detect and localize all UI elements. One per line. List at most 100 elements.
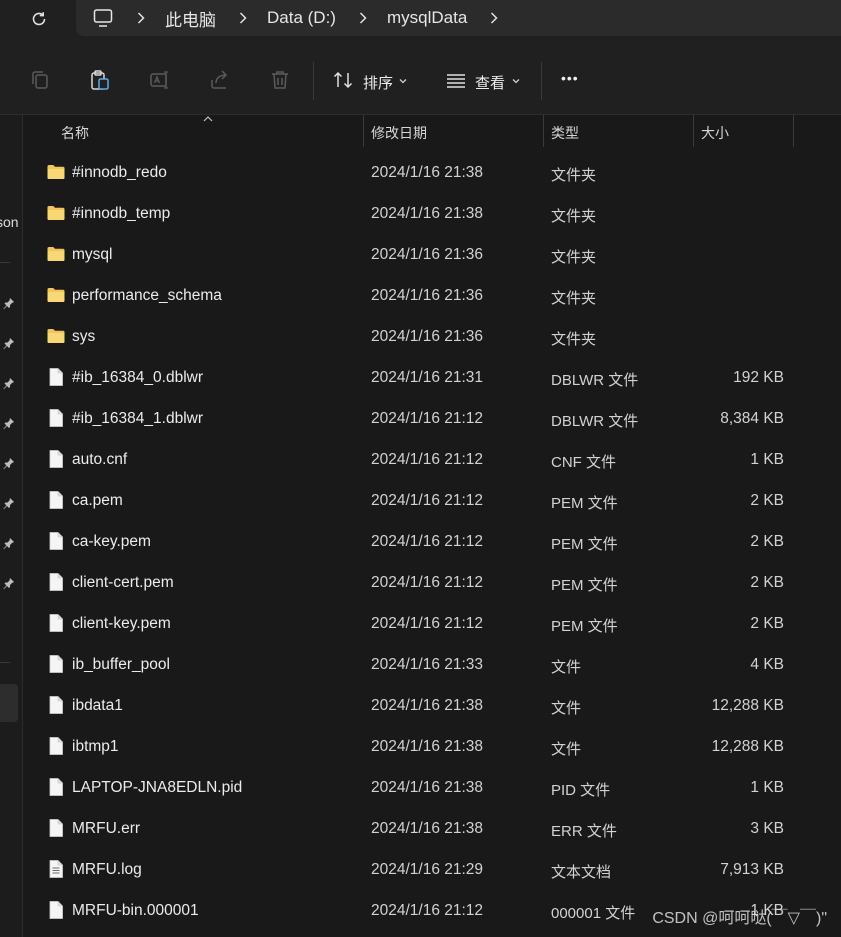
column-divider[interactable] (793, 115, 794, 147)
file-type: 文件夹 (551, 249, 597, 266)
chevron-down-icon[interactable] (398, 76, 408, 86)
file-type: PEM 文件 (551, 536, 618, 553)
file-type: 文本文档 (551, 864, 612, 881)
column-date-modified[interactable]: 修改日期 (371, 123, 427, 143)
pin-icon (3, 578, 14, 589)
file-name: ib_buffer_pool (72, 656, 170, 673)
pin-icon (3, 458, 14, 469)
file-size: 2 KB (750, 574, 784, 591)
file-row[interactable]: #innodb_temp 2024/1/16 21:38 文件夹 (23, 193, 841, 234)
file-type: 文件夹 (551, 331, 597, 348)
file-date-modified: 2024/1/16 21:33 (371, 656, 484, 673)
view-button[interactable]: 查看 (475, 72, 505, 93)
file-row[interactable]: ibtmp1 2024/1/16 21:38 文件 12,288 KB (23, 726, 841, 767)
file-row[interactable]: MRFU.err 2024/1/16 21:38 ERR 文件 3 KB (23, 808, 841, 849)
column-size[interactable]: 大小 (701, 123, 729, 143)
breadcrumb-this-pc[interactable]: 此电脑 (165, 6, 216, 31)
pin-icon (3, 338, 14, 349)
nav-divider (0, 262, 10, 263)
rename-icon[interactable] (148, 68, 172, 92)
file-row[interactable]: #ib_16384_1.dblwr 2024/1/16 21:12 DBLWR 文件… (23, 398, 841, 439)
pin-icon (3, 378, 14, 389)
file-row[interactable]: client-cert.pem 2024/1/16 21:12 PEM 文件 2 KB (23, 562, 841, 603)
nav-item-fragment[interactable]: son (0, 214, 19, 230)
file-date-modified: 2024/1/16 21:12 (371, 410, 484, 427)
folder-icon (47, 165, 65, 179)
file-row[interactable]: ib_buffer_pool 2024/1/16 21:33 文件 4 KB (23, 644, 841, 685)
file-type: 文件夹 (551, 167, 597, 184)
file-icon (49, 655, 63, 673)
file-row[interactable]: ibdata1 2024/1/16 21:38 文件 12,288 KB (23, 685, 841, 726)
folder-icon (47, 247, 65, 261)
file-name: #innodb_redo (72, 164, 167, 181)
file-name: LAPTOP-JNA8EDLN.pid (72, 779, 243, 796)
refresh-button[interactable] (26, 6, 52, 32)
file-icon (49, 368, 63, 386)
chevron-right-icon[interactable] (236, 11, 250, 25)
file-date-modified: 2024/1/16 21:36 (371, 287, 484, 304)
pin-icon (3, 538, 14, 549)
view-icon[interactable] (444, 68, 468, 92)
navigation-pane: son (0, 115, 23, 937)
file-icon (49, 450, 63, 468)
file-row[interactable]: LAPTOP-JNA8EDLN.pid 2024/1/16 21:38 PID 文件… (23, 767, 841, 808)
pin-icon (3, 418, 14, 429)
breadcrumb-mysqldata[interactable]: mysqlData (387, 8, 467, 28)
more-options-button[interactable]: ••• (561, 70, 579, 86)
file-type: PEM 文件 (551, 495, 618, 512)
file-row[interactable]: MRFU.log 2024/1/16 21:29 文本文档 7,913 KB (23, 849, 841, 890)
column-divider[interactable] (693, 115, 694, 147)
column-header: 名称 修改日期 类型 大小 (23, 115, 841, 148)
chevron-down-icon[interactable] (511, 76, 521, 86)
file-name: client-cert.pem (72, 574, 174, 591)
file-row[interactable]: #ib_16384_0.dblwr 2024/1/16 21:31 DBLWR 文件… (23, 357, 841, 398)
command-bar: 排序 查看 ••• (0, 48, 841, 115)
breadcrumb-data-drive[interactable]: Data (D:) (267, 8, 336, 28)
file-date-modified: 2024/1/16 21:12 (371, 574, 484, 591)
column-type[interactable]: 类型 (551, 123, 579, 143)
file-date-modified: 2024/1/16 21:38 (371, 205, 484, 222)
column-divider[interactable] (543, 115, 544, 147)
file-name: ca.pem (72, 492, 123, 509)
column-name[interactable]: 名称 (61, 123, 89, 143)
column-divider[interactable] (363, 115, 364, 147)
file-size: 2 KB (750, 492, 784, 509)
address-bar[interactable]: 此电脑 Data (D:) mysqlData (76, 0, 841, 36)
file-type: 000001 文件 (551, 905, 636, 922)
file-name: auto.cnf (72, 451, 128, 468)
file-icon (49, 573, 63, 591)
file-icon (49, 491, 63, 509)
sort-button[interactable]: 排序 (363, 72, 393, 93)
file-row[interactable]: #innodb_redo 2024/1/16 21:38 文件夹 (23, 152, 841, 193)
file-row[interactable]: ca.pem 2024/1/16 21:12 PEM 文件 2 KB (23, 480, 841, 521)
file-icon (49, 737, 63, 755)
share-icon[interactable] (208, 68, 232, 92)
nav-selected-item[interactable] (0, 684, 18, 722)
sort-icon[interactable] (331, 68, 355, 92)
file-icon (49, 901, 63, 919)
file-row[interactable]: mysql 2024/1/16 21:36 文件夹 (23, 234, 841, 275)
file-size: 1 KB (750, 451, 784, 468)
file-size: 192 KB (733, 369, 784, 386)
file-name: ibdata1 (72, 697, 123, 714)
file-icon (49, 778, 63, 796)
pin-icon (3, 498, 14, 509)
delete-icon[interactable] (268, 68, 292, 92)
file-name: mysql (72, 246, 113, 263)
file-date-modified: 2024/1/16 21:12 (371, 615, 484, 632)
copy-icon[interactable] (28, 68, 52, 92)
file-name: sys (72, 328, 96, 345)
file-row[interactable]: performance_schema 2024/1/16 21:36 文件夹 (23, 275, 841, 316)
chevron-right-icon[interactable] (487, 11, 501, 25)
paste-icon[interactable] (88, 68, 112, 92)
file-row[interactable]: ca-key.pem 2024/1/16 21:12 PEM 文件 2 KB (23, 521, 841, 562)
file-date-modified: 2024/1/16 21:36 (371, 246, 484, 263)
file-row[interactable]: sys 2024/1/16 21:36 文件夹 (23, 316, 841, 357)
file-size: 12,288 KB (711, 738, 784, 755)
file-name: client-key.pem (72, 615, 171, 632)
file-row[interactable]: auto.cnf 2024/1/16 21:12 CNF 文件 1 KB (23, 439, 841, 480)
file-row[interactable]: client-key.pem 2024/1/16 21:12 PEM 文件 2 KB (23, 603, 841, 644)
file-date-modified: 2024/1/16 21:38 (371, 164, 484, 181)
chevron-right-icon[interactable] (356, 11, 370, 25)
file-icon (49, 614, 63, 632)
